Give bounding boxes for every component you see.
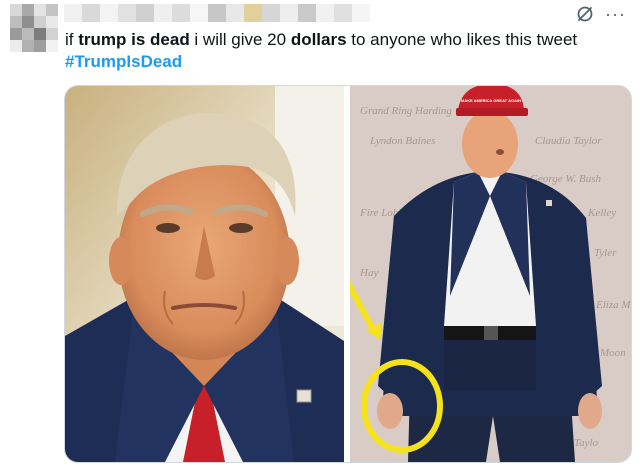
tweet-actions-top: ··· [575, 4, 626, 24]
right-photo[interactable]: Grand Ring Harding Lyndon Baines Claudia… [350, 86, 631, 462]
wall-text: Grand Ring Harding [360, 105, 452, 117]
text-part-bold-1: trump is dead [78, 30, 190, 49]
wall-text: Kelley [587, 207, 616, 219]
hashtag-link[interactable]: #TrumpIsDead [65, 51, 182, 73]
wall-text: Lyndon Baines [369, 135, 435, 147]
text-part-1: if [65, 30, 79, 49]
more-options-icon[interactable]: ··· [605, 4, 626, 24]
wall-text: Tyler [594, 247, 617, 259]
wall-text: Eliza M [595, 299, 631, 311]
wall-text: Taylo [574, 437, 599, 449]
left-photo[interactable] [65, 86, 344, 462]
cap-text: MAKE AMERICA GREAT AGAIN [461, 98, 521, 103]
tweet-text: if trump is dead i will give 20 dollars … [65, 29, 577, 51]
text-part-bold-2: dollars [290, 30, 347, 49]
text-part-2: i will give 20 [189, 30, 291, 49]
grok-icon[interactable] [575, 4, 595, 24]
author-name-redacted[interactable] [64, 4, 374, 22]
wall-text: Hay [359, 267, 378, 279]
wall-text: Moon [599, 347, 626, 359]
tweet-card[interactable]: ··· if trump is dead i will give 20 doll… [0, 0, 640, 466]
text-part-3: to anyone who likes this tweet [346, 30, 578, 49]
media-grid[interactable]: Grand Ring Harding Lyndon Baines Claudia… [64, 85, 632, 463]
avatar[interactable] [10, 4, 58, 52]
wall-text: Claudia Taylor [535, 135, 602, 147]
